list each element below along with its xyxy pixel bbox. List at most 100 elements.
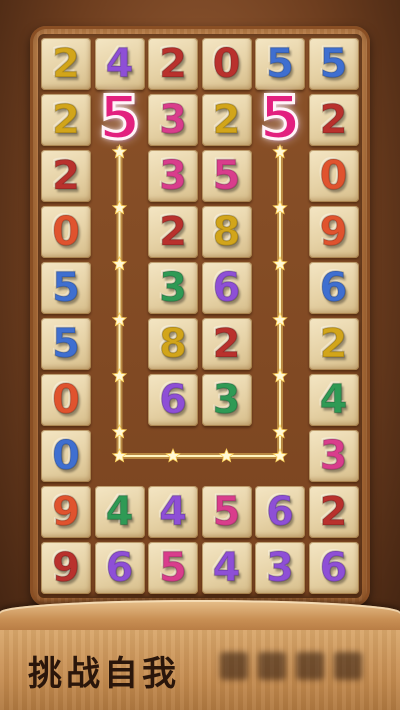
number-tile[interactable]: 2 [148, 38, 198, 90]
number-tile[interactable]: 2 [308, 486, 359, 538]
tile-digit: 5 [265, 41, 294, 87]
number-tile[interactable]: 6 [201, 262, 252, 314]
empty-cell [95, 150, 145, 202]
tile-digit: 2 [158, 209, 187, 255]
tile-digit: 0 [51, 377, 80, 423]
banner-blurred-subtitle [220, 652, 370, 682]
number-tile[interactable]: 4 [308, 374, 359, 426]
number-tile[interactable]: 2 [41, 94, 91, 146]
tile-digit: 6 [158, 377, 187, 423]
banner-title: 挑战自我 [28, 654, 180, 694]
empty-cell [95, 318, 145, 370]
tile-digit: 3 [158, 265, 187, 311]
tile-digit: 2 [51, 153, 80, 199]
number-tile[interactable]: 6 [148, 374, 198, 426]
number-tile[interactable]: 3 [201, 374, 252, 426]
tile-digit: 5 [212, 489, 241, 535]
number-tile[interactable]: 3 [148, 94, 198, 146]
number-tile[interactable]: 2 [148, 206, 198, 258]
tile-digit: 5 [51, 321, 80, 367]
number-tile[interactable]: 3 [308, 430, 359, 482]
tile-digit: 8 [158, 321, 187, 367]
number-tile[interactable]: 2 [308, 94, 359, 146]
number-tile[interactable]: 0 [41, 430, 91, 482]
number-tile[interactable]: 4 [94, 486, 145, 538]
tile-digit: 6 [319, 545, 348, 591]
empty-cell [95, 262, 145, 314]
tile-digit: 2 [319, 489, 348, 535]
number-tile[interactable]: 8 [201, 206, 252, 258]
tile-digit: 0 [51, 209, 80, 255]
number-tile[interactable]: 9 [41, 542, 91, 594]
empty-cell [255, 206, 305, 258]
number-tile[interactable]: 2 [41, 38, 91, 90]
number-tile[interactable]: 4 [201, 542, 252, 594]
number-tile[interactable]: 5 [308, 38, 359, 90]
empty-cell [202, 430, 252, 482]
number-tile[interactable]: 0 [308, 150, 359, 202]
number-tile[interactable]: 5 [148, 542, 198, 594]
tile-digit: 5 [212, 153, 241, 199]
empty-cell [255, 262, 305, 314]
number-tile[interactable]: 6 [308, 542, 359, 594]
number-tile[interactable]: 0 [201, 38, 252, 90]
number-tile[interactable]: 0 [41, 374, 91, 426]
tile-digit: 6 [319, 265, 348, 311]
number-tile[interactable]: 3 [148, 150, 198, 202]
tile-digit: 2 [212, 97, 241, 143]
tile-digit: 0 [212, 41, 241, 87]
selected-tile-right[interactable]: 5 [253, 87, 307, 150]
tile-digit: 2 [158, 41, 187, 87]
number-tile[interactable]: 0 [41, 206, 91, 258]
number-tile[interactable]: 9 [308, 206, 359, 258]
number-tile[interactable]: 5 [41, 262, 91, 314]
tile-digit: 3 [265, 545, 294, 591]
tile-digit: 3 [158, 153, 187, 199]
number-tile[interactable]: 5 [41, 318, 91, 370]
tile-digit: 4 [105, 41, 134, 87]
tile-digit: 4 [158, 489, 187, 535]
tile-digit: 6 [265, 489, 294, 535]
number-tile[interactable]: 6 [255, 486, 305, 538]
tile-digit: 2 [51, 97, 80, 143]
tile-grid: 2420552322235002895366582206340394456296… [40, 36, 360, 596]
tile-digit: 6 [212, 265, 241, 311]
tile-digit: 8 [212, 209, 241, 255]
tile-digit: 3 [319, 433, 348, 479]
number-tile[interactable]: 2 [308, 318, 359, 370]
tile-digit: 5 [158, 545, 187, 591]
number-tile[interactable]: 8 [148, 318, 198, 370]
empty-cell [255, 150, 305, 202]
tile-digit: 2 [319, 97, 348, 143]
empty-cell [255, 430, 305, 482]
tile-digit: 6 [105, 545, 134, 591]
number-tile[interactable]: 2 [201, 94, 252, 146]
number-tile[interactable]: 5 [201, 150, 252, 202]
number-tile[interactable]: 6 [94, 542, 145, 594]
empty-cell [95, 430, 145, 482]
number-tile[interactable]: 2 [41, 150, 91, 202]
number-tile[interactable]: 3 [255, 542, 305, 594]
number-tile[interactable]: 9 [41, 486, 91, 538]
empty-cell [95, 374, 145, 426]
tile-digit: 9 [51, 489, 80, 535]
number-tile[interactable]: 6 [308, 262, 359, 314]
empty-cell [255, 374, 305, 426]
tile-digit: 2 [212, 321, 241, 367]
tile-digit: 4 [105, 489, 134, 535]
tile-digit: 5 [51, 265, 80, 311]
tile-digit: 9 [51, 545, 80, 591]
number-tile[interactable]: 3 [148, 262, 198, 314]
number-tile[interactable]: 5 [201, 486, 252, 538]
tile-digit: 5 [319, 41, 348, 87]
empty-cell [255, 318, 305, 370]
tile-digit: 3 [158, 97, 187, 143]
tile-digit: 2 [319, 321, 348, 367]
tile-digit: 4 [212, 545, 241, 591]
selected-tile-left[interactable]: 5 [93, 87, 147, 150]
empty-cell [148, 430, 198, 482]
number-tile[interactable]: 2 [201, 318, 252, 370]
empty-cell [95, 206, 145, 258]
number-tile[interactable]: 4 [148, 486, 198, 538]
tile-digit: 2 [51, 41, 80, 87]
